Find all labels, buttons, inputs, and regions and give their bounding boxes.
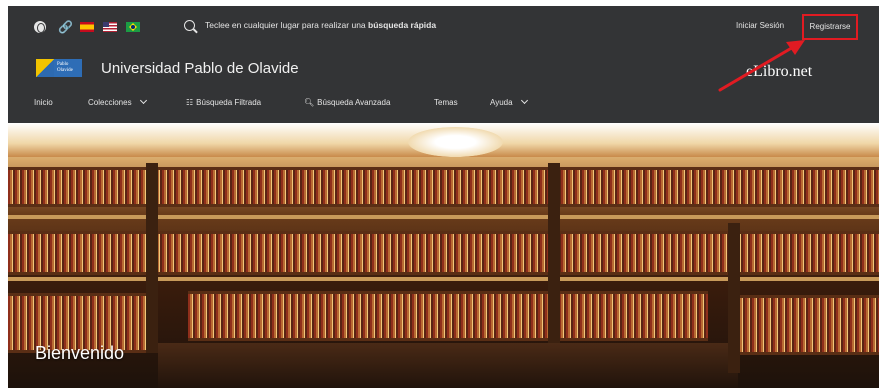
nav-item-busqueda-filtrada[interactable]: ☷ Búsqueda Filtrada: [186, 98, 261, 107]
chevron-down-icon: [520, 96, 528, 105]
nav-label: Búsqueda Avanzada: [317, 98, 391, 107]
flag-br-icon[interactable]: [126, 22, 140, 32]
hero-pillar: [728, 223, 740, 373]
logo-text: Pablo Olavide: [54, 59, 82, 77]
page-frame: 🔗 Teclee en cualquier lugar para realiza…: [8, 6, 879, 388]
search-icon: 🔍︎: [304, 98, 315, 107]
hero-floor: [158, 343, 738, 388]
hero-rail: [8, 215, 879, 219]
hero-banner: Bienvenido: [8, 123, 879, 388]
logo-mark: [36, 59, 54, 77]
nav-item-busqueda-avanzada[interactable]: 🔍︎ Búsqueda Avanzada: [304, 98, 390, 107]
university-logo[interactable]: Pablo Olavide: [36, 59, 82, 77]
register-label: Registrarse: [809, 22, 851, 31]
top-bar: 🔗 Teclee en cualquier lugar para realiza…: [8, 6, 879, 48]
hero-lamp: [408, 127, 503, 157]
hero-shelf: [188, 291, 708, 341]
hero-pillar: [548, 163, 560, 343]
quick-search-bold: búsqueda rápida: [368, 20, 437, 30]
link-icon[interactable]: 🔗: [58, 21, 73, 33]
university-name[interactable]: Universidad Pablo de Olavide: [101, 60, 299, 77]
flag-us-icon[interactable]: [103, 22, 117, 32]
flag-es-icon[interactable]: [80, 22, 94, 32]
hero-shelf: [8, 231, 879, 275]
hero-shelf: [738, 295, 879, 355]
filter-icon: ☷: [186, 98, 194, 107]
nav-label: Colecciones: [88, 98, 132, 107]
nav-label: Ayuda: [490, 98, 513, 107]
nav-item-inicio[interactable]: Inicio: [34, 98, 53, 107]
nav-item-ayuda[interactable]: Ayuda: [490, 96, 528, 107]
nav-item-temas[interactable]: Temas: [434, 98, 458, 107]
chevron-down-icon: [139, 96, 147, 105]
nav-label: Temas: [434, 98, 458, 107]
search-icon[interactable]: [184, 20, 195, 31]
quick-search-hint[interactable]: Teclee en cualquier lugar para realizar …: [205, 20, 436, 30]
welcome-heading: Bienvenido: [35, 343, 125, 363]
quick-search-prefix: Teclee en cualquier lugar para realizar …: [205, 20, 366, 30]
elibro-logo[interactable]: eLibro.net: [746, 63, 812, 81]
login-link[interactable]: Iniciar Sesión: [736, 21, 784, 30]
register-link[interactable]: Registrarse: [802, 14, 858, 40]
nav-label: Inicio: [34, 98, 53, 107]
nav-label: Búsqueda Filtrada: [196, 98, 262, 107]
main-nav: Inicio Colecciones ☷ Búsqueda Filtrada 🔍︎…: [8, 96, 879, 116]
hero-shelf: [8, 167, 879, 207]
hero-rail: [8, 277, 879, 281]
globe-icon[interactable]: [34, 21, 46, 33]
nav-item-colecciones[interactable]: Colecciones: [88, 96, 147, 107]
hero-pillar: [146, 163, 158, 353]
